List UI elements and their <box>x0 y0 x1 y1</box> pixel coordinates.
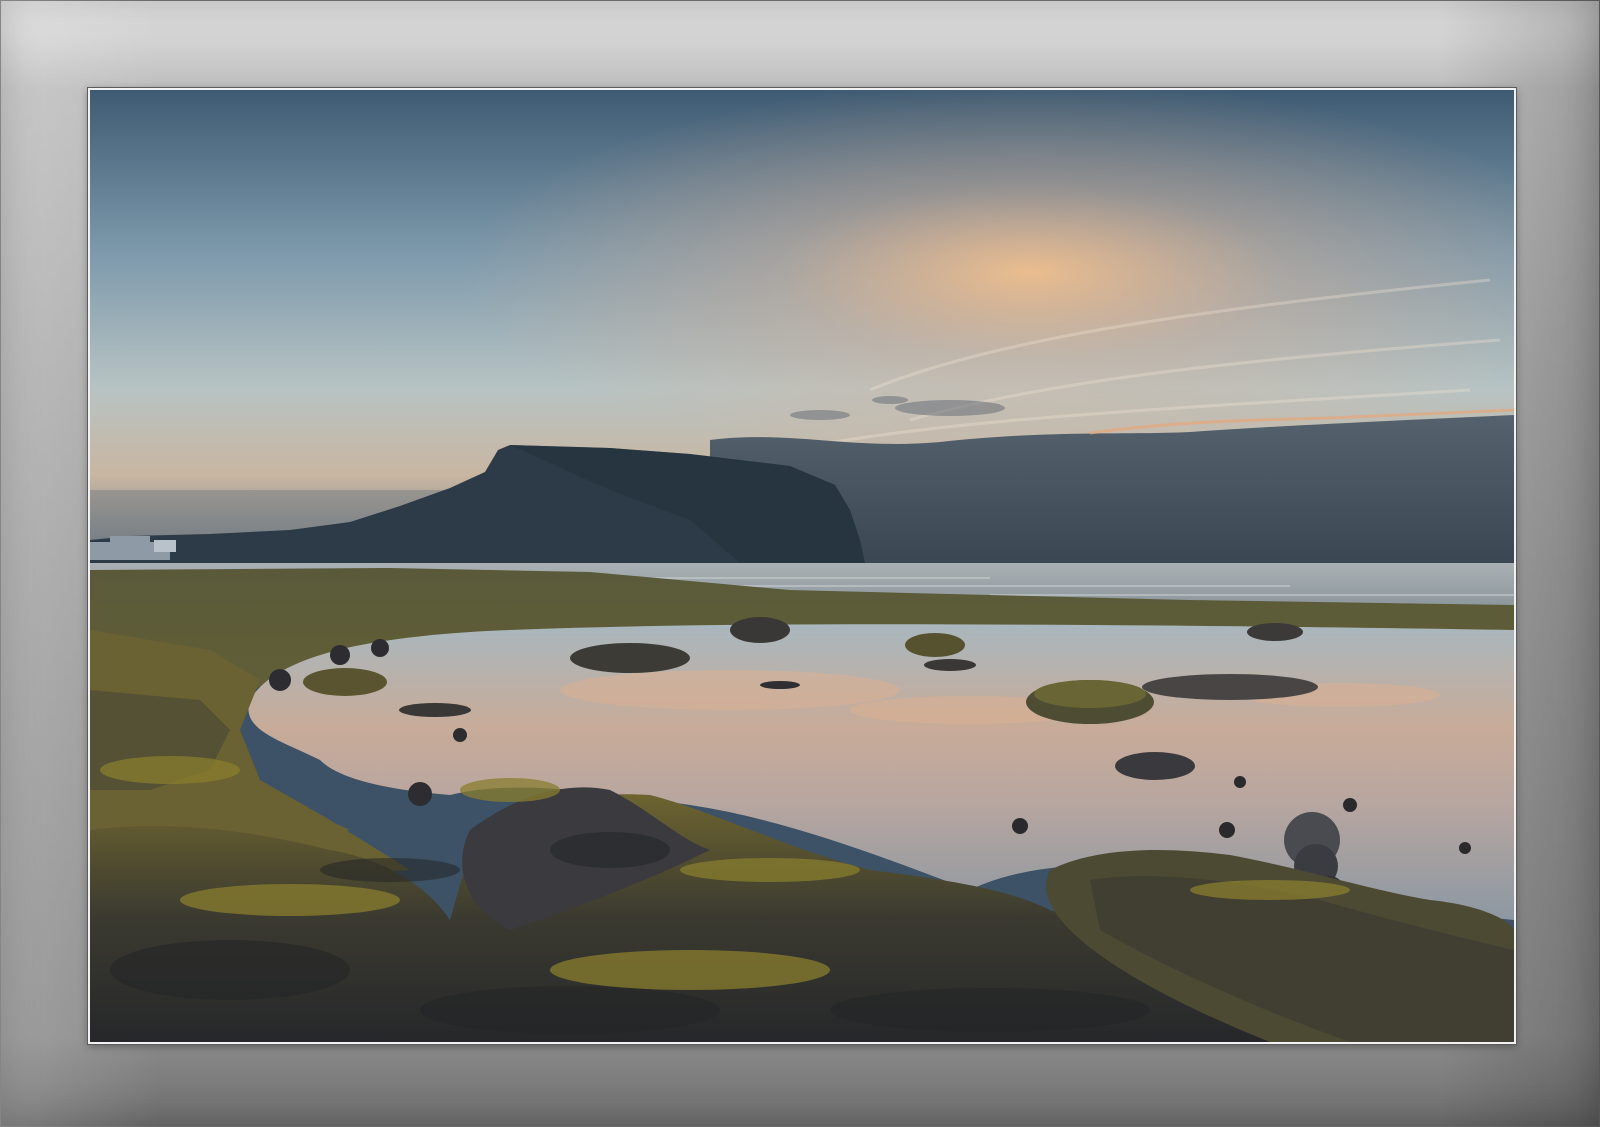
photo-frame <box>0 0 1600 1127</box>
photograph <box>88 88 1516 1044</box>
seascape-scene <box>90 90 1514 1042</box>
